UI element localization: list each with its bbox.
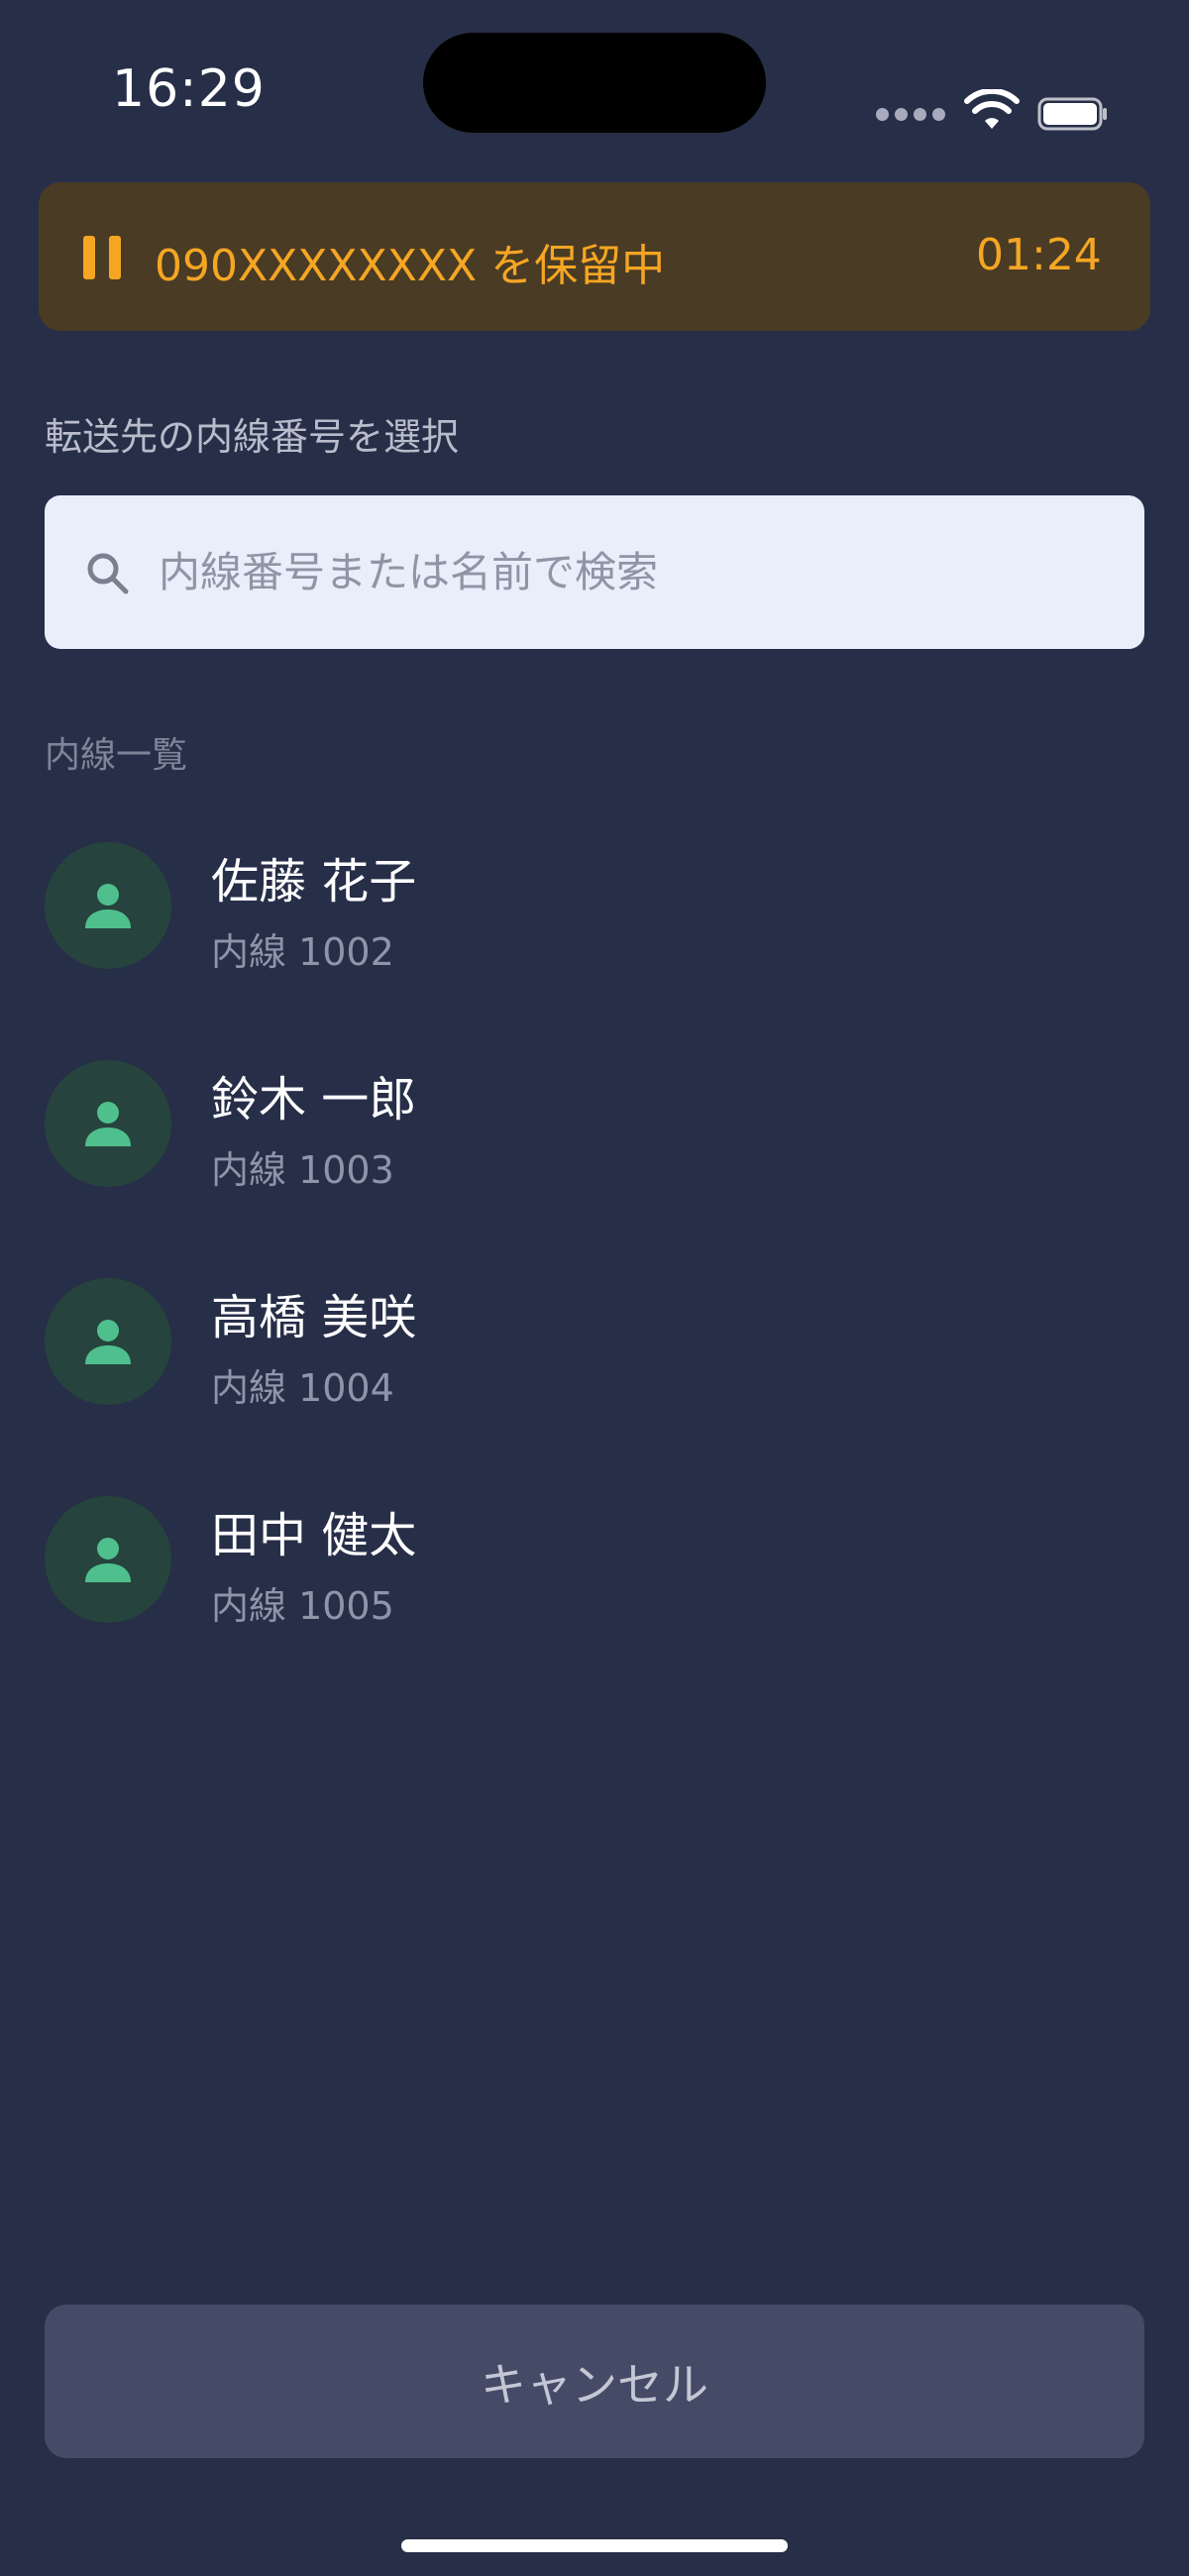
- person-icon: [85, 1538, 131, 1582]
- person-icon: [85, 1320, 131, 1364]
- search-input[interactable]: [159, 540, 1050, 603]
- avatar: [45, 1496, 171, 1623]
- home-indicator[interactable]: [401, 2539, 788, 2552]
- person-icon: [85, 884, 131, 928]
- cancel-button[interactable]: キャンセル: [45, 2305, 1144, 2458]
- battery-icon: [1037, 97, 1107, 131]
- person-icon: [85, 1102, 131, 1146]
- contact-item[interactable]: 田中 健太 内線 1005: [0, 1496, 1189, 1714]
- contact-name: 鈴木 一郎: [211, 1072, 417, 1127]
- contact-item[interactable]: 高橋 美咲 内線 1004: [0, 1278, 1189, 1496]
- contact-name: 佐藤 花子: [211, 854, 417, 910]
- pause-icon: [83, 236, 123, 279]
- contact-item[interactable]: 佐藤 花子 内線 1002: [0, 842, 1189, 1060]
- hold-timer: 01:24: [976, 230, 1102, 280]
- contact-name: 田中 健太: [211, 1508, 417, 1563]
- contact-extension: 内線 1005: [211, 1584, 394, 1628]
- contact-item[interactable]: 鈴木 一郎 内線 1003: [0, 1060, 1189, 1278]
- hold-status-text: 090XXXXXXXX を保留中: [155, 241, 666, 291]
- search-icon: [87, 553, 129, 594]
- contact-name: 高橋 美咲: [211, 1290, 417, 1345]
- status-time: 16:29: [112, 59, 266, 119]
- extension-list-label: 内線一覧: [45, 735, 188, 776]
- dynamic-island: [423, 33, 766, 133]
- cellular-signal-icon: [876, 106, 951, 125]
- contact-extension: 内線 1003: [211, 1148, 394, 1192]
- avatar: [45, 1278, 171, 1405]
- contact-extension: 内線 1002: [211, 930, 394, 974]
- avatar: [45, 1060, 171, 1187]
- page-title: 転送先の内線番号を選択: [45, 415, 460, 459]
- wifi-icon: [964, 89, 1020, 129]
- contact-extension: 内線 1004: [211, 1366, 394, 1410]
- avatar: [45, 842, 171, 969]
